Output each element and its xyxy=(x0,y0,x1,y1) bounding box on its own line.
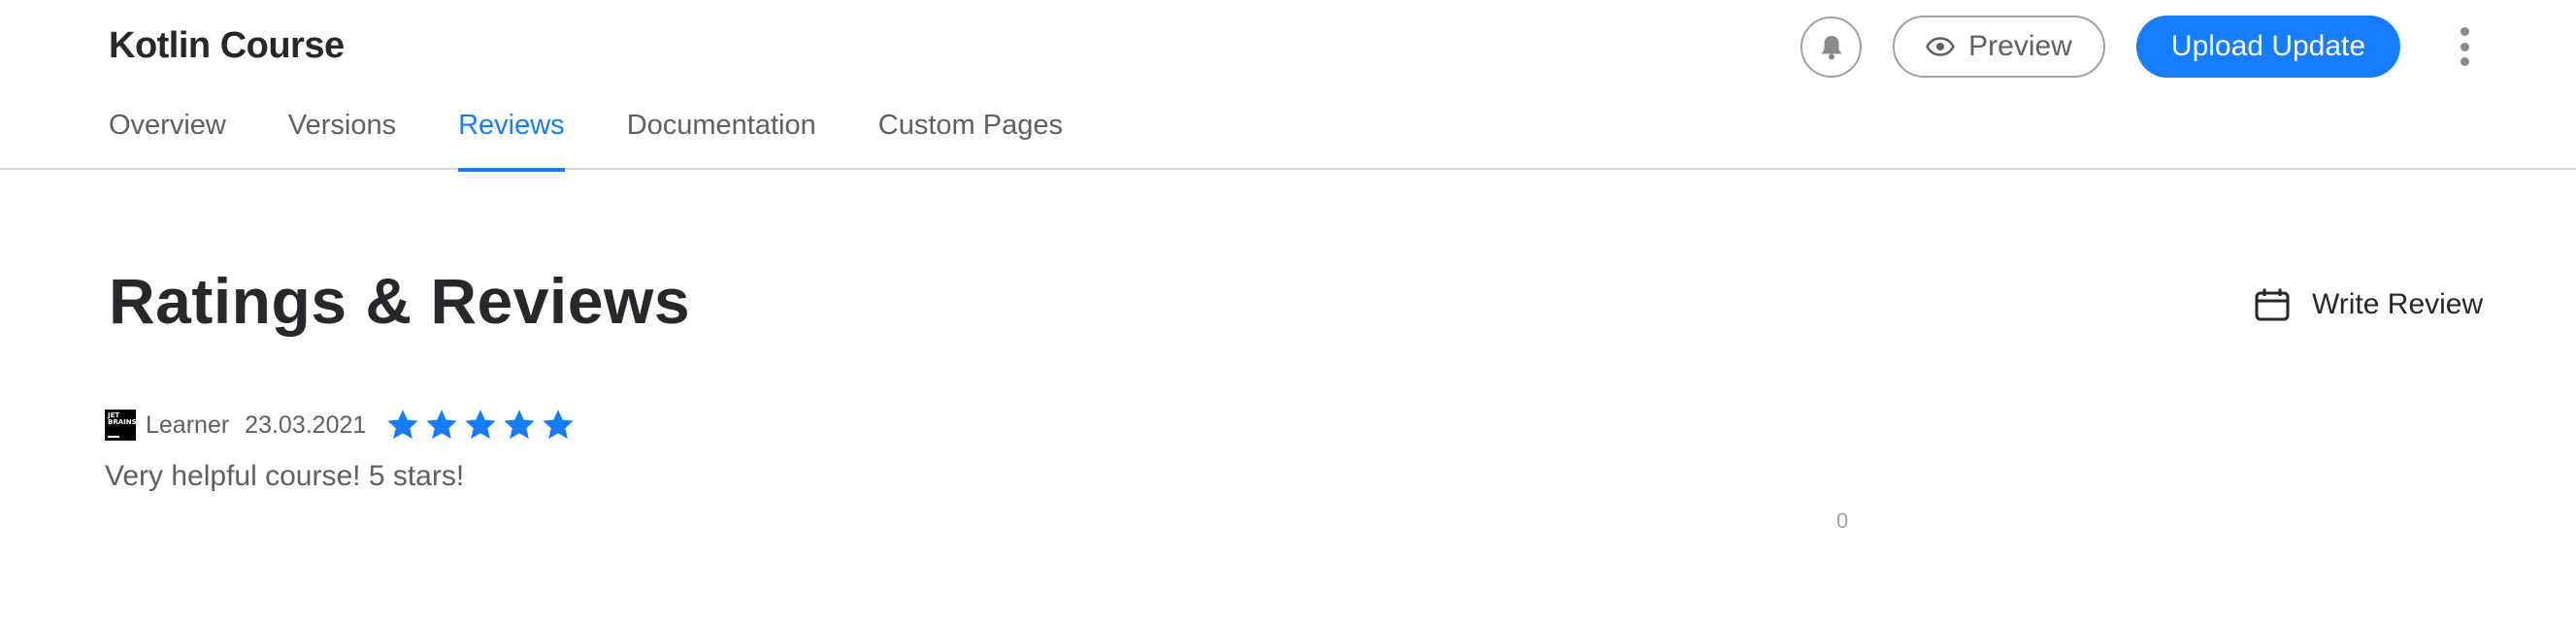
tab-custom-pages[interactable]: Custom Pages xyxy=(878,105,1063,170)
tab-bar: Overview Versions Reviews Documentation … xyxy=(109,105,1125,172)
upload-update-button[interactable]: Upload Update xyxy=(2136,16,2400,78)
avatar: JET BRAINS xyxy=(105,410,137,441)
write-review-button[interactable]: Write Review xyxy=(2254,287,2483,322)
review-text: Very helpful course! 5 stars! xyxy=(105,460,465,492)
tab-versions[interactable]: Versions xyxy=(288,105,396,170)
review-date: 23.03.2021 xyxy=(245,411,367,439)
avatar-logo-text: JET BRAINS xyxy=(108,411,137,426)
tab-overview[interactable]: Overview xyxy=(109,105,226,170)
star-icon xyxy=(465,410,497,440)
write-review-label: Write Review xyxy=(2312,288,2484,320)
review-counter: 0 xyxy=(1836,509,1849,533)
review-item: JET BRAINS Learner 23.03.2021 Very helpf… xyxy=(105,406,576,493)
tab-documentation[interactable]: Documentation xyxy=(627,105,816,170)
notifications-button[interactable] xyxy=(1800,16,1862,78)
top-bar: Kotlin Course Overview Versions Reviews … xyxy=(0,0,2576,172)
review-author: Learner xyxy=(146,411,230,439)
star-rating xyxy=(385,408,576,443)
star-icon xyxy=(543,410,575,440)
course-title: Kotlin Course xyxy=(109,25,345,66)
bell-icon xyxy=(1821,35,1841,59)
preview-button[interactable]: Preview xyxy=(1893,16,2105,78)
tab-reviews[interactable]: Reviews xyxy=(458,105,565,172)
star-icon xyxy=(504,410,536,440)
preview-label: Preview xyxy=(1968,30,2072,62)
review-meta: JET BRAINS Learner 23.03.2021 xyxy=(105,406,576,444)
vertical-dots-icon xyxy=(2460,27,2469,36)
eye-icon xyxy=(1926,37,1956,56)
star-icon xyxy=(387,410,419,440)
page-title: Ratings & Reviews xyxy=(109,265,691,337)
star-icon xyxy=(426,410,458,440)
calendar-icon xyxy=(2255,288,2290,321)
more-options-button[interactable] xyxy=(2450,23,2479,70)
